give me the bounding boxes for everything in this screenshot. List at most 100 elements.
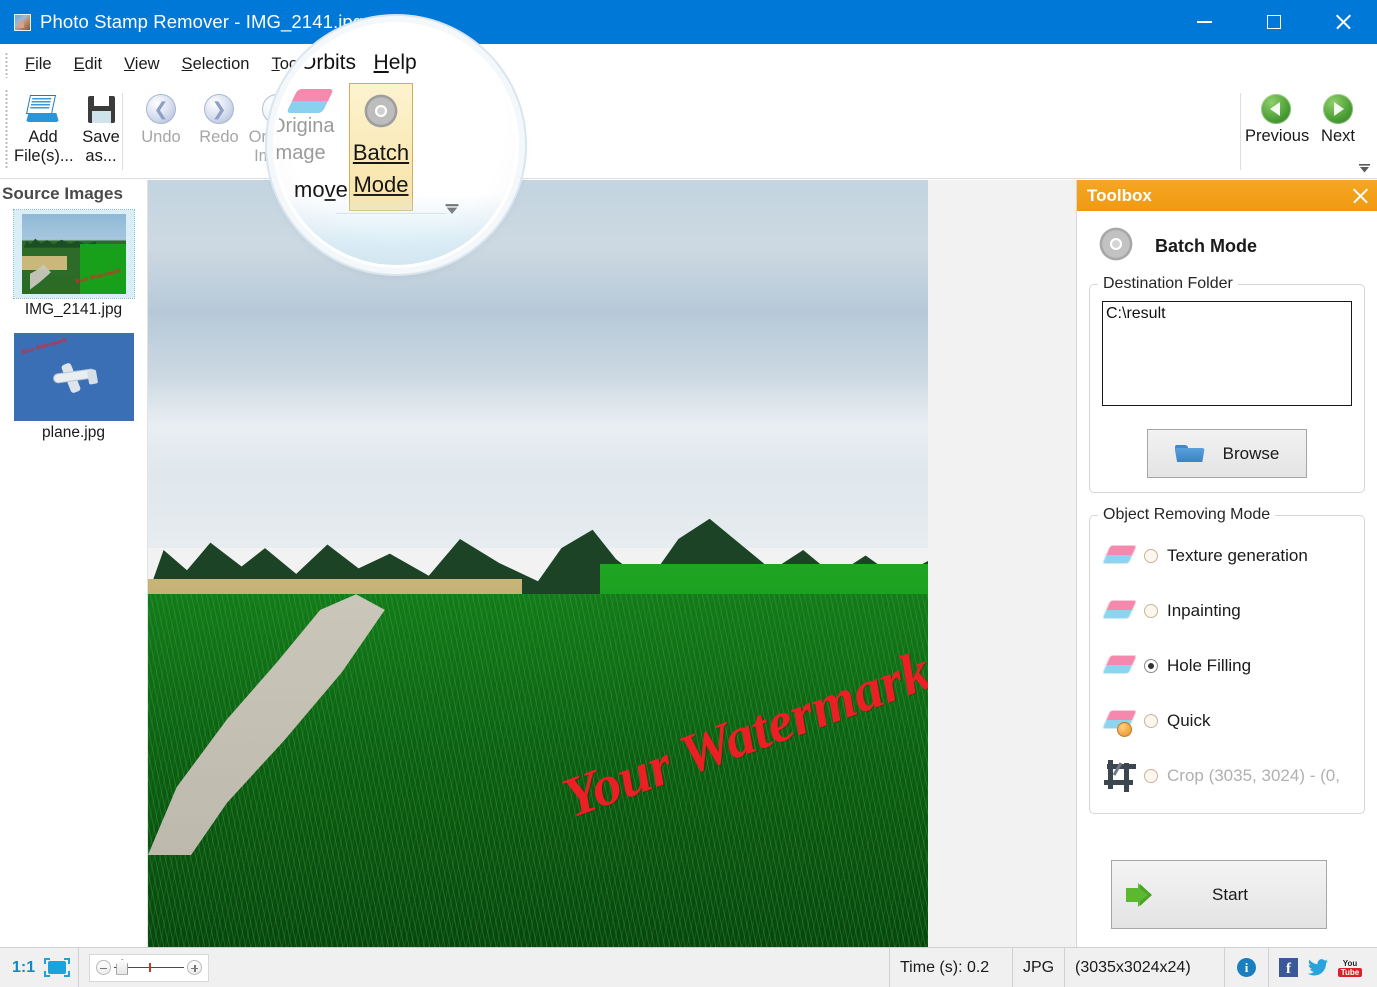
zoom-slider-track[interactable] xyxy=(114,958,185,975)
mode-option-hole-filling[interactable]: Hole Filling xyxy=(1096,638,1354,693)
thumbnail-watermark-1: Your Watermark xyxy=(19,335,68,357)
ribbon-group-file: Add File(s)... Save as... xyxy=(14,85,130,178)
source-image-item-1[interactable]: Your Watermark plane.jpg xyxy=(0,333,147,456)
status-dimensions-label: (3035x3024x24) xyxy=(1075,958,1191,976)
magnified-gear-icon xyxy=(350,90,412,137)
menu-item-selection[interactable]: Selection xyxy=(171,52,261,77)
minimize-icon xyxy=(1197,21,1212,23)
source-image-label-0: IMG_2141.jpg xyxy=(0,298,147,329)
radio-hole-filling[interactable] xyxy=(1144,658,1158,673)
mode-option-quick[interactable]: Quick xyxy=(1096,693,1354,748)
youtube-icon-line-1: You xyxy=(1342,958,1358,968)
radio-inpainting[interactable] xyxy=(1144,603,1158,618)
status-time: Time (s): 0.2 xyxy=(889,948,1013,987)
toolbox-mode-title: Batch Mode xyxy=(1155,236,1258,256)
next-label: Next xyxy=(1321,127,1355,145)
previous-label: Previous xyxy=(1245,127,1310,145)
object-removing-mode-group: Object Removing Mode Texture generation … xyxy=(1089,506,1365,814)
mode-option-crop: Crop (3035, 3024) - (0, xyxy=(1096,748,1354,803)
destination-folder-input[interactable] xyxy=(1102,301,1352,406)
preview-image: Your Watermark xyxy=(148,180,928,947)
magnified-batch-mode-button[interactable]: Batch Mode xyxy=(349,83,413,211)
eraser-clock-icon xyxy=(1096,707,1144,737)
object-removing-mode-legend: Object Removing Mode xyxy=(1098,506,1276,524)
source-images-panel: Source Images Your Watermark IMG_2141.jp… xyxy=(0,180,148,947)
ribbon-separator-3 xyxy=(1240,93,1241,170)
browse-button-label: Browse xyxy=(1222,443,1280,463)
magnified-menu-text: Orbits Help xyxy=(300,51,417,74)
ribbon-group-navigation: Previous Next xyxy=(1245,85,1369,178)
source-images-title: Source Images xyxy=(2,184,123,203)
mode-option-texture-generation[interactable]: Texture generation xyxy=(1096,528,1354,583)
start-button-label: Start xyxy=(1212,884,1248,904)
zoom-ratio-label[interactable]: 1:1 xyxy=(0,959,44,977)
youtube-icon[interactable]: You Tube xyxy=(1337,957,1363,978)
ribbon-expand-button[interactable] xyxy=(1358,162,1371,174)
toolbox-title: Toolbox xyxy=(1087,185,1152,205)
thumbnail-landscape-preview: Your Watermark xyxy=(21,214,126,294)
maximize-button[interactable] xyxy=(1239,0,1308,44)
add-files-icon xyxy=(14,92,72,126)
status-bar: 1:1 Time (s): 0.2 JPG (3035x3024x24) i f… xyxy=(0,947,1377,987)
info-icon[interactable]: i xyxy=(1237,958,1256,977)
mode-label-texture-generation: Texture generation xyxy=(1167,545,1308,565)
radio-crop xyxy=(1144,768,1158,783)
facebook-icon[interactable]: f xyxy=(1279,958,1298,977)
redo-label: Redo xyxy=(199,128,239,146)
add-files-button[interactable]: Add File(s)... xyxy=(14,85,74,166)
eraser-shadow-icon xyxy=(1096,597,1144,625)
youtube-icon-line-2: Tube xyxy=(1337,967,1363,977)
zoom-in-button[interactable] xyxy=(187,960,203,975)
start-button[interactable]: Start xyxy=(1111,860,1327,929)
mode-label-crop: Crop (3035, 3024) - (0, xyxy=(1167,765,1340,785)
ribbon-separator-1 xyxy=(122,93,123,170)
magnified-original-line-2: Image xyxy=(276,142,326,164)
ribbon-drag-grip[interactable] xyxy=(5,89,8,169)
magnified-batch-line-1: Batch xyxy=(352,140,410,165)
magnified-canvas-area xyxy=(276,193,516,265)
toolbox-close-icon[interactable] xyxy=(1352,187,1369,204)
status-format-label: JPG xyxy=(1023,958,1055,976)
undo-button[interactable]: ❮ Undo xyxy=(132,85,190,147)
previous-icon xyxy=(1261,94,1291,124)
redo-button[interactable]: ❯ Redo xyxy=(190,85,248,147)
radio-quick[interactable] xyxy=(1144,713,1158,728)
image-canvas[interactable]: Your Watermark xyxy=(148,180,1076,947)
mode-label-inpainting: Inpainting xyxy=(1167,600,1241,620)
ribbon-toolbar: Add File(s)... Save as... ❮ Undo ❯ Redo … xyxy=(0,85,1377,179)
menu-item-file[interactable]: File xyxy=(14,52,63,77)
menu-bar: File Edit View Selection Tools Orbits He… xyxy=(0,44,1377,85)
minimize-button[interactable] xyxy=(1170,0,1239,44)
undo-label: Undo xyxy=(141,128,181,146)
batch-mode-gear-icon xyxy=(1095,223,1137,270)
browse-button[interactable]: Browse xyxy=(1147,429,1307,478)
zoom-slider-thumb[interactable] xyxy=(116,958,129,975)
menu-item-view[interactable]: View xyxy=(113,52,170,77)
previous-button[interactable]: Previous xyxy=(1245,85,1310,178)
status-time-label: Time (s): 0.2 xyxy=(900,958,990,976)
status-info[interactable]: i xyxy=(1225,948,1269,987)
window-controls xyxy=(1170,0,1377,44)
zoom-out-button[interactable] xyxy=(96,960,112,975)
close-icon xyxy=(1335,14,1351,30)
radio-texture-generation[interactable] xyxy=(1144,548,1158,563)
add-files-label-1: Add xyxy=(28,128,58,146)
destination-folder-legend: Destination Folder xyxy=(1098,275,1238,293)
undo-icon: ❮ xyxy=(132,92,190,126)
zoom-slider[interactable] xyxy=(89,953,210,982)
title-bar: Photo Stamp Remover - IMG_2141.jpg xyxy=(0,0,1377,44)
source-image-item-0[interactable]: Your Watermark IMG_2141.jpg xyxy=(0,209,147,333)
close-button[interactable] xyxy=(1308,0,1377,44)
magnifier-lens: Orbits Help Origina Image move xyxy=(276,25,516,265)
thumbnail-plane[interactable]: Your Watermark xyxy=(13,333,134,421)
menu-item-edit[interactable]: Edit xyxy=(63,52,113,77)
eraser-icon xyxy=(1096,542,1144,570)
source-image-label-1: plane.jpg xyxy=(42,424,105,441)
twitter-icon[interactable] xyxy=(1307,958,1328,977)
fit-to-window-icon[interactable] xyxy=(44,958,71,977)
magnified-original-image-label: Origina Image xyxy=(276,113,334,167)
status-bar-spacer xyxy=(219,948,889,987)
thumbnail-img-2141[interactable]: Your Watermark xyxy=(12,209,135,299)
mode-option-inpainting[interactable]: Inpainting xyxy=(1096,583,1354,638)
menu-drag-grip[interactable] xyxy=(5,51,8,78)
